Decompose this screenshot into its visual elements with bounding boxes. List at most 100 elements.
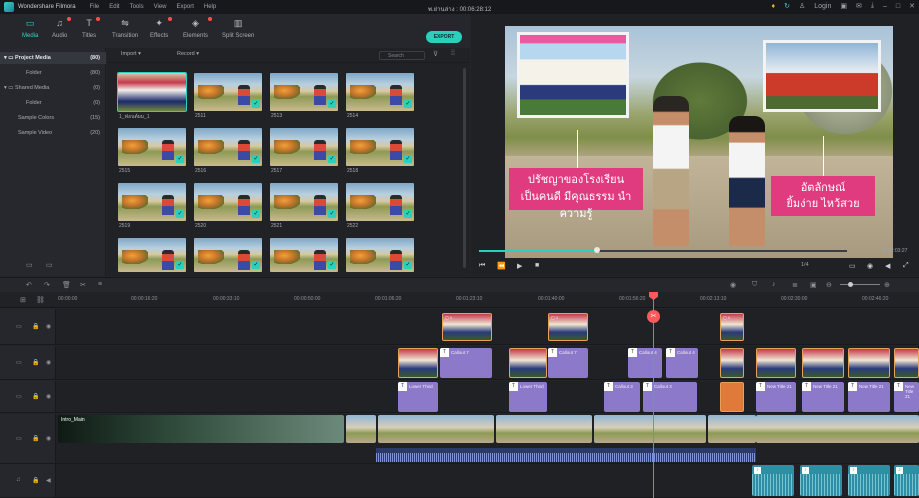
lightbulb-icon[interactable]: ♦ (772, 3, 776, 10)
undo-icon[interactable]: ↶ (26, 281, 32, 289)
menu-export[interactable]: Export (177, 4, 194, 10)
add-track-icon[interactable]: ⊞ (20, 296, 26, 304)
prev-frame-icon[interactable]: ⏮ (479, 262, 485, 270)
volume-icon[interactable]: ◀ (885, 262, 890, 270)
tab-effects[interactable]: ✦ Effects (150, 17, 173, 39)
snapshot-icon[interactable]: ▣ (810, 281, 817, 289)
timeline-clip-image[interactable] (802, 348, 844, 378)
playhead-line[interactable] (653, 295, 654, 498)
tree-item-folder[interactable]: Folder (80) (0, 67, 106, 79)
timeline-clip-intro[interactable]: Intro_Main (58, 415, 344, 443)
timeline-clip-image[interactable] (720, 348, 744, 378)
export-button[interactable]: EXPORT (426, 31, 462, 43)
timeline-clip-title[interactable]: T New Title 21 (756, 382, 796, 412)
timeline-clip-image[interactable] (398, 348, 438, 378)
timeline-clip-title[interactable]: T Lower Third (509, 382, 547, 412)
timeline-clip-title[interactable]: T Callout 7 (440, 348, 492, 378)
timeline-clip-image[interactable] (756, 348, 796, 378)
media-thumb[interactable]: ✓ 2521 (270, 183, 338, 236)
media-thumb[interactable]: ✓ (118, 238, 186, 274)
menu-tools[interactable]: Tools (130, 4, 144, 10)
snapshot-icon[interactable]: ▭ (849, 262, 856, 270)
tree-item-project-media[interactable]: ▾ ▭ Project Media (80) (0, 52, 106, 64)
media-thumb[interactable]: ✓ (270, 238, 338, 274)
stop-icon[interactable]: ■ (535, 262, 539, 269)
close-icon[interactable]: ✕ (909, 2, 915, 10)
timeline-clip-audio[interactable]: ♪ (848, 465, 890, 496)
redo-icon[interactable]: ↷ (44, 281, 50, 289)
timeline-clip-image[interactable]: ▢ 1 (442, 313, 492, 341)
media-thumb[interactable]: ✓ 2511 (194, 73, 262, 126)
tree-item-shared-folder[interactable]: Folder (0) (0, 97, 106, 109)
zoom-in-icon[interactable]: ⊕ (884, 281, 890, 289)
tab-media[interactable]: ▭ Media (22, 18, 38, 39)
lock-icon[interactable]: 🔒 (32, 393, 39, 400)
timeline-clip-video[interactable] (378, 415, 494, 443)
refresh-icon[interactable]: ↻ (784, 2, 790, 10)
timeline-clip-title[interactable]: T Callout 4 (628, 348, 662, 378)
eye-icon[interactable]: ◉ (46, 435, 51, 442)
seekbar-knob[interactable] (593, 247, 600, 253)
media-thumb[interactable]: ✓ 2513 (270, 73, 338, 126)
media-thumb[interactable]: ✓ 2515 (118, 128, 186, 181)
download-icon[interactable]: ⤓ (871, 2, 874, 10)
save-icon[interactable]: ▣ (840, 2, 847, 10)
lock-icon[interactable]: 🔒 (32, 477, 39, 484)
playback-ratio[interactable]: 1/4 (801, 262, 809, 268)
lock-icon[interactable]: 🔒 (32, 359, 39, 366)
play-icon[interactable]: ▶ (517, 262, 522, 270)
render-icon[interactable]: ◉ (730, 281, 736, 289)
media-thumb[interactable]: ✓ (346, 238, 414, 274)
tree-item-shared-media[interactable]: ▾ ▭ Shared Media (0) (0, 82, 106, 94)
timeline-clip-title[interactable]: T New Title 21 (894, 382, 919, 412)
zoom-out-icon[interactable]: ⊖ (826, 281, 832, 289)
media-scrollbar[interactable] (463, 68, 466, 268)
folder-icon[interactable]: ▭ (46, 261, 53, 269)
grid-view-icon[interactable]: ⁞⁞ (451, 50, 455, 57)
timeline-clip-image[interactable]: ▢ 1 (720, 313, 744, 341)
mixer-icon[interactable]: ≣ (792, 281, 798, 289)
shield-icon[interactable]: ⛉ (752, 281, 757, 289)
camera-icon[interactable]: ◉ (867, 262, 873, 270)
menu-help[interactable]: Help (204, 4, 216, 10)
lock-icon[interactable]: 🔒 (32, 435, 39, 442)
settings-icon[interactable]: ≡ (98, 281, 102, 288)
media-thumb[interactable]: ✓ 2517 (270, 128, 338, 181)
mail-icon[interactable]: ✉ (856, 2, 862, 10)
timeline-clip-video[interactable] (594, 415, 706, 443)
timeline-ruler[interactable]: ⊞ ⛓ 00:00:00 00:00:16:20 00:00:33:10 00:… (0, 292, 919, 308)
timeline-clip-title[interactable]: T New Title 21 (802, 382, 844, 412)
timeline-clip-video[interactable] (346, 415, 376, 443)
media-thumb[interactable]: ✓ 2520 (194, 183, 262, 236)
timeline-clip-title[interactable]: T Callout 4 (666, 348, 698, 378)
tree-item-sample-video[interactable]: Sample Video (20) (0, 127, 106, 139)
timeline-clip-title[interactable]: T New Title 21 (848, 382, 890, 412)
new-folder-icon[interactable]: ▭ (26, 261, 33, 269)
zoom-slider[interactable] (840, 284, 880, 285)
tree-item-sample-colors[interactable]: Sample Colors (15) (0, 112, 106, 124)
import-dropdown[interactable]: Import ▾ (121, 51, 141, 57)
lock-icon[interactable]: 🔒 (32, 323, 39, 330)
user-icon[interactable]: ♙ (799, 2, 805, 10)
mic-icon[interactable]: ♪ (772, 281, 776, 288)
timeline-clip-title[interactable]: T Lower Third (398, 382, 438, 412)
delete-icon[interactable]: 🗑 (62, 281, 71, 289)
media-thumb[interactable]: ✓ 2516 (194, 128, 262, 181)
timeline-clip-audio[interactable]: ♪ (752, 465, 794, 496)
tab-split-screen[interactable]: ▥ Split Screen (222, 18, 254, 39)
media-thumb[interactable]: ✓ 2519 (118, 183, 186, 236)
cut-icon[interactable]: ✂ (80, 281, 86, 289)
media-thumb[interactable]: ✓ (194, 238, 262, 274)
timeline-clip-title[interactable]: T Callout 3 (643, 382, 697, 412)
timeline-clip-video[interactable] (708, 415, 756, 443)
timeline-clip-audio[interactable]: ♪ (800, 465, 842, 496)
media-thumb[interactable]: ✓ 2522 (346, 183, 414, 236)
timeline-clip-title[interactable]: T Callout 3 (604, 382, 640, 412)
tab-audio[interactable]: ♫ Audio (52, 17, 72, 39)
link-icon[interactable]: ⛓ (36, 296, 45, 304)
zoom-slider-knob[interactable] (848, 282, 853, 287)
tab-titles[interactable]: T Titles (82, 17, 101, 39)
timeline-clip-video[interactable] (496, 415, 592, 443)
timeline-clip-image[interactable]: ▢ 1 (548, 313, 588, 341)
media-thumb[interactable]: ✓ 2514 (346, 73, 414, 126)
